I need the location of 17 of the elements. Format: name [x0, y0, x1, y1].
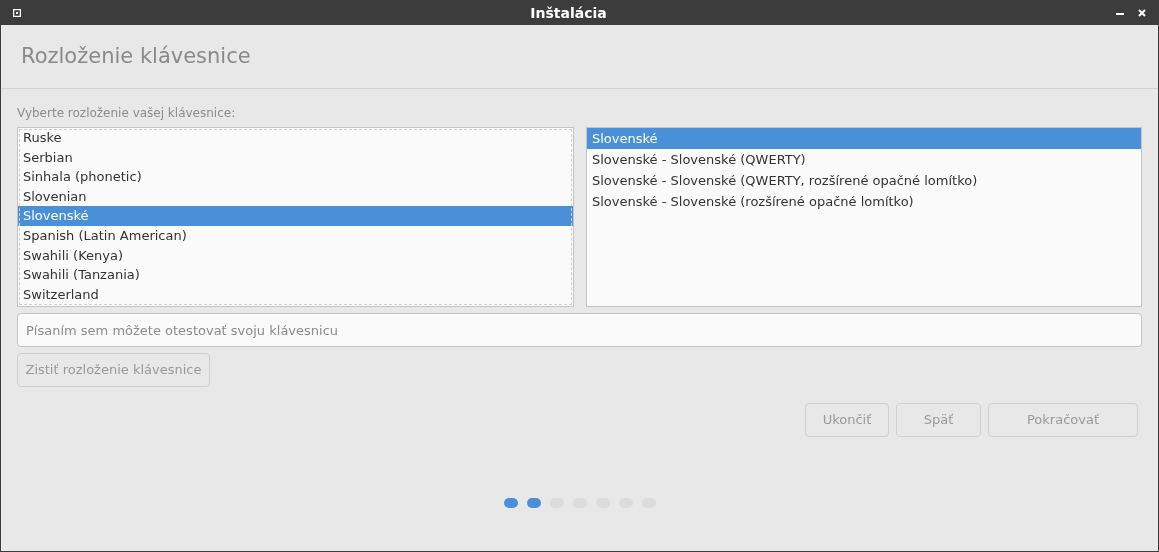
- close-icon[interactable]: [1138, 9, 1146, 17]
- list-item[interactable]: Slovenské - Slovenské (QWERTY): [587, 149, 1141, 170]
- test-input-field[interactable]: Písaním sem môžete otestovať svoju klávesnicu: [17, 313, 1142, 347]
- list-item[interactable]: Slovenian: [18, 186, 573, 207]
- list-item[interactable]: Swahili (Tanzania): [18, 265, 573, 285]
- list-item[interactable]: Serbian: [18, 147, 573, 168]
- list-item[interactable]: Slovenské - Slovenské (rozšírené opačné lomítko): [587, 191, 1141, 212]
- page-heading: Rozloženie klávesnice: [21, 42, 251, 70]
- prompt-label: Vyberte rozloženie vašej klávesnice:: [17, 105, 237, 121]
- list-item[interactable]: Switzerland: [18, 284, 573, 305]
- list-item[interactable]: Slovenské - Slovenské (QWERTY, rozšírené opačné lomítko): [587, 170, 1141, 191]
- list-item[interactable]: Spanish (Latin American): [18, 225, 573, 246]
- window-menu-icon[interactable]: [13, 9, 21, 17]
- list-item[interactable]: Sinhala (phonetic): [18, 167, 573, 187]
- window-title: Inštalácia: [530, 3, 607, 23]
- list-item[interactable]: Ruske: [18, 128, 573, 148]
- list-item[interactable]: Swahili (Kenya): [18, 245, 573, 266]
